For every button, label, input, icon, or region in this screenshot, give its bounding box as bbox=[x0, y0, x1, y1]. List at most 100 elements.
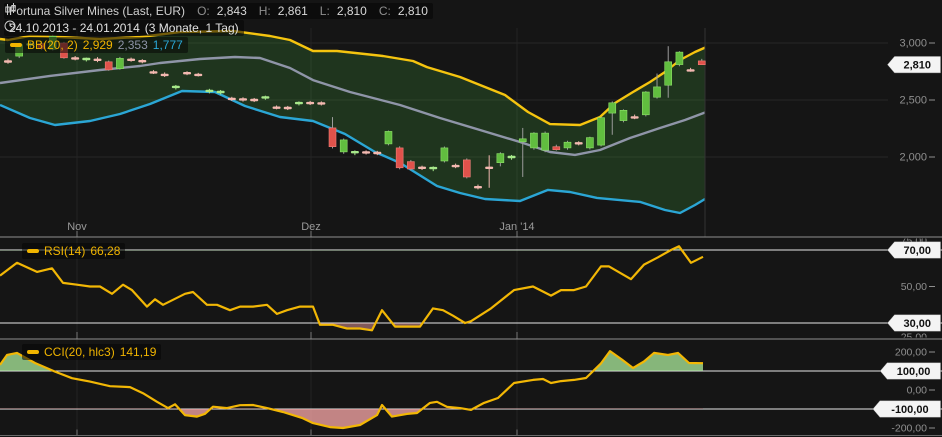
candle-doji bbox=[261, 96, 269, 98]
candle-up bbox=[530, 133, 537, 148]
candle-doji bbox=[687, 69, 695, 71]
period-text: (3 Monate, 1 Tag) bbox=[145, 21, 239, 35]
candle-doji bbox=[127, 59, 135, 61]
candle-doji bbox=[317, 102, 325, 104]
candle-doji bbox=[4, 60, 12, 62]
candle-up bbox=[116, 58, 123, 68]
candle-up bbox=[340, 140, 347, 152]
close-value: 2,810 bbox=[398, 4, 428, 18]
candle-doji bbox=[149, 71, 157, 73]
bb-middle-value: 2,353 bbox=[118, 38, 148, 52]
svg-text:70,00: 70,00 bbox=[903, 245, 931, 257]
candle-doji bbox=[82, 58, 90, 60]
open-label: O: bbox=[197, 4, 210, 18]
svg-text:0,00: 0,00 bbox=[907, 385, 928, 397]
candle-doji bbox=[373, 152, 381, 154]
bb-line-icon bbox=[10, 43, 22, 47]
cci-value: 141,19 bbox=[120, 345, 157, 359]
candle-doji bbox=[205, 90, 213, 92]
candle-doji bbox=[575, 142, 583, 144]
cci-legend: CCI(20, hlc3) 141,19 bbox=[22, 344, 161, 360]
candle-doji bbox=[295, 102, 303, 104]
date-range-chip[interactable]: 24.10.2013 - 24.01.2014 (3 Monate, 1 Tag… bbox=[4, 20, 244, 36]
candle-down bbox=[105, 62, 112, 70]
candle-doji bbox=[474, 186, 482, 188]
candle-up bbox=[642, 92, 649, 115]
cci-line-icon bbox=[27, 350, 39, 354]
candle-doji bbox=[273, 107, 281, 109]
svg-text:30,00: 30,00 bbox=[903, 318, 931, 330]
bb-legend-chip[interactable]: BB(20, 2) 2,929 2,353 1,777 bbox=[5, 37, 188, 53]
svg-text:Nov: Nov bbox=[67, 221, 87, 233]
candle-doji bbox=[194, 74, 202, 76]
candle-doji bbox=[161, 74, 169, 76]
candle-doji bbox=[217, 91, 225, 93]
candle-up bbox=[441, 148, 448, 161]
candle-doji bbox=[452, 165, 460, 167]
candle-up bbox=[665, 62, 672, 85]
date-range-text: 24.10.2013 - 24.01.2014 bbox=[9, 21, 140, 35]
candle-doji bbox=[485, 167, 493, 169]
candle-up bbox=[598, 118, 605, 145]
candle-down bbox=[698, 61, 705, 65]
candle-doji bbox=[71, 57, 79, 59]
high-value: 2,861 bbox=[278, 4, 308, 18]
candlestick-icon bbox=[4, 3, 17, 16]
candle-down bbox=[329, 128, 336, 147]
candle-doji bbox=[250, 99, 258, 101]
candle-up bbox=[609, 103, 616, 113]
svg-text:3,000: 3,000 bbox=[899, 38, 927, 50]
svg-text:-200,00: -200,00 bbox=[891, 423, 927, 435]
bb-upper-value: 2,929 bbox=[83, 38, 113, 52]
candle-doji bbox=[94, 59, 102, 61]
candle-down bbox=[396, 148, 403, 168]
candle-doji bbox=[284, 107, 292, 109]
candle-up bbox=[564, 142, 571, 148]
cci-label: CCI(20, hlc3) bbox=[44, 345, 115, 359]
candle-doji bbox=[362, 151, 370, 153]
chart-canvas[interactable]: NovDezJan '143,0002,5002,00075,0025,0050… bbox=[0, 0, 942, 437]
bb-lower-value: 1,777 bbox=[153, 38, 183, 52]
candle-up bbox=[620, 110, 627, 120]
candle-doji bbox=[508, 156, 516, 158]
rsi-value: 66,28 bbox=[90, 244, 120, 258]
rsi-line-icon bbox=[27, 249, 39, 253]
candle-down bbox=[463, 160, 470, 177]
close-label: C: bbox=[379, 4, 391, 18]
instrument-chip: Fortuna Silver Mines (Last, EUR) O:2,843… bbox=[4, 3, 433, 19]
svg-text:200,00: 200,00 bbox=[895, 347, 927, 359]
date-range-row: 24.10.2013 - 24.01.2014 (3 Monate, 1 Tag… bbox=[4, 20, 244, 36]
cci-legend-chip[interactable]: CCI(20, hlc3) 141,19 bbox=[22, 344, 161, 360]
rsi-legend-chip[interactable]: RSI(14) 66,28 bbox=[22, 243, 125, 259]
high-label: H: bbox=[259, 4, 271, 18]
svg-text:Jan '14: Jan '14 bbox=[499, 221, 534, 233]
candle-doji bbox=[228, 98, 236, 100]
instrument-header: Fortuna Silver Mines (Last, EUR) O:2,843… bbox=[4, 3, 433, 19]
svg-text:Dez: Dez bbox=[301, 221, 321, 233]
bb-legend: BB(20, 2) 2,929 2,353 1,777 bbox=[5, 37, 188, 53]
svg-text:100,00: 100,00 bbox=[897, 366, 931, 378]
candle-doji bbox=[239, 98, 247, 100]
candle-doji bbox=[429, 167, 437, 169]
candle-up bbox=[385, 131, 392, 144]
candle-down bbox=[407, 162, 414, 169]
open-value: 2,843 bbox=[217, 4, 247, 18]
candle-doji bbox=[351, 151, 359, 153]
candle-doji bbox=[172, 86, 180, 88]
chart-window: NovDezJan '143,0002,5002,00075,0025,0050… bbox=[0, 0, 942, 437]
candle-up bbox=[676, 52, 683, 65]
bb-label: BB(20, 2) bbox=[27, 38, 78, 52]
candle-doji bbox=[183, 72, 191, 74]
candle-doji bbox=[631, 116, 639, 118]
svg-text:2,000: 2,000 bbox=[899, 152, 927, 164]
candle-up bbox=[586, 138, 593, 148]
svg-text:-100,00: -100,00 bbox=[891, 404, 928, 416]
svg-text:50,00: 50,00 bbox=[901, 281, 927, 293]
candle-up bbox=[542, 133, 549, 150]
candle-up bbox=[654, 87, 661, 97]
svg-text:2,810: 2,810 bbox=[903, 59, 931, 71]
low-value: 2,810 bbox=[337, 4, 367, 18]
low-label: L: bbox=[320, 4, 330, 18]
candle-down bbox=[553, 147, 560, 150]
candle-up bbox=[519, 139, 526, 142]
